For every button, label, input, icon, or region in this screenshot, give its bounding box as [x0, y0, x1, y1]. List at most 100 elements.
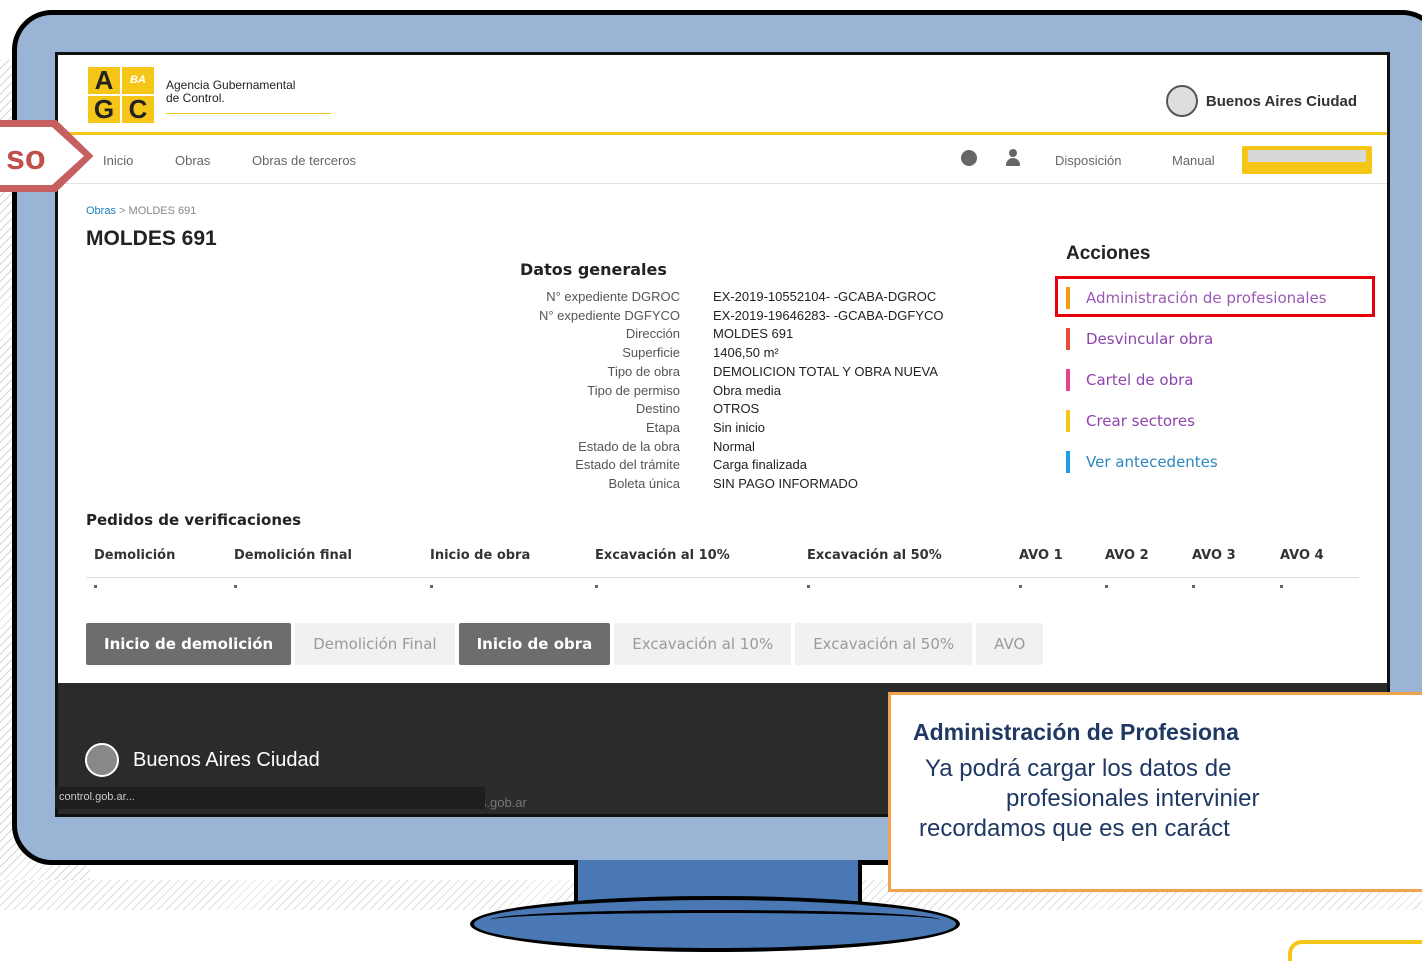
dg-value: DEMOLICION TOTAL Y OBRA NUEVA	[713, 363, 938, 379]
tab-excavacion-10[interactable]: Excavación al 10%	[614, 623, 792, 665]
tab-inicio-de-demolicion[interactable]: Inicio de demolición	[86, 623, 292, 665]
dg-label: Superficie	[622, 345, 680, 361]
explanation-callout: Administración de Profesiona Ya podrá ca…	[888, 692, 1422, 892]
dg-value: Sin inicio	[713, 419, 766, 435]
column-header: Demolición final	[234, 548, 352, 563]
site-header: A BA G C Agencia Gubernamental de Contro…	[58, 55, 1387, 135]
callout-line: profesionales intervinier	[1006, 785, 1260, 812]
table-cell-dot	[94, 585, 97, 588]
dg-row: Tipo de permiso Obra media	[528, 382, 943, 401]
tab-inicio-de-obra[interactable]: Inicio de obra	[458, 623, 611, 665]
table-cell-dot	[234, 585, 237, 588]
dg-value: OTROS	[713, 401, 760, 417]
acciones-title: Acciones	[1066, 243, 1151, 264]
action-bar	[1066, 451, 1070, 473]
action-desvincular-obra[interactable]: Desvincular obra	[1066, 328, 1213, 350]
dg-label: N° expediente DGROC	[546, 289, 680, 304]
city-emblem-icon	[1165, 85, 1198, 117]
dg-value: Normal	[713, 438, 755, 454]
dg-row: Superficie 1406,50 m²	[528, 344, 943, 363]
dg-row: Etapa Sin inicio	[528, 419, 943, 438]
action-crear-sectores[interactable]: Crear sectores	[1066, 410, 1195, 432]
dg-label: Etapa	[646, 419, 680, 435]
nav-item-disposicion[interactable]: Disposición	[1055, 153, 1121, 168]
action-label: Ver antecedentes	[1086, 453, 1218, 471]
logo-letter-a: A	[88, 67, 120, 94]
main-nav: Inicio Obras Obras de terceros Disposici…	[58, 138, 1387, 184]
action-label: Desvincular obra	[1086, 330, 1214, 348]
nav-item-obras-de-terceros[interactable]: Obras de terceros	[252, 153, 356, 168]
breadcrumb: Obras > MOLDES 691	[86, 205, 196, 217]
datos-generales-title: Datos generales	[520, 260, 667, 279]
monitor-stand-rim	[490, 910, 940, 930]
tab-demolicion-final[interactable]: Demolición Final	[295, 623, 455, 665]
breadcrumb-current: MOLDES 691	[128, 205, 197, 217]
dg-row: Dirección MOLDES 691	[528, 325, 943, 344]
column-header: AVO 1	[1019, 548, 1063, 563]
dg-value: 1406,50 m²	[713, 345, 779, 361]
step-arrow: so	[0, 120, 94, 192]
action-ver-antecedentes[interactable]: Ver antecedentes	[1066, 451, 1218, 473]
logo-letter-ba: BA	[122, 67, 154, 94]
column-header: Inicio de obra	[430, 548, 531, 563]
dg-value: MOLDES 691	[713, 326, 794, 342]
callout-line: recordamos que es en caráct	[919, 815, 1230, 842]
dg-row: Boleta única SIN PAGO INFORMADO	[528, 475, 943, 494]
dg-row: Tipo de obra DEMOLICION TOTAL Y OBRA NUEV…	[528, 363, 943, 382]
action-bar	[1066, 410, 1070, 432]
dg-label: Tipo de permiso	[587, 382, 680, 398]
table-cell-dot	[1019, 585, 1022, 588]
column-header: AVO 4	[1280, 548, 1324, 563]
table-cell-dot	[1105, 585, 1108, 588]
city-brand[interactable]: Buenos Aires Ciudad	[1165, 85, 1357, 117]
globe-icon[interactable]	[961, 150, 977, 166]
column-header: Demolición	[94, 548, 176, 563]
nav-item-manual[interactable]: Manual	[1172, 153, 1215, 168]
action-label: Cartel de obra	[1086, 371, 1194, 389]
agc-logo[interactable]: A BA G C	[88, 67, 154, 123]
action-label: Crear sectores	[1086, 412, 1195, 430]
stage-tabs: Inicio de demolición Demolición Final In…	[86, 623, 1047, 665]
user-menu-box[interactable]	[1242, 146, 1372, 174]
dg-label: Dirección	[625, 326, 680, 342]
column-header: Excavación al 10%	[595, 548, 730, 563]
datos-generales-table: N° expediente DGROC EX-2019-10552104- -GC…	[528, 288, 944, 494]
tab-excavacion-50[interactable]: Excavación al 50%	[795, 623, 973, 665]
nav-item-inicio[interactable]: Inicio	[103, 153, 133, 168]
dg-label: Estado de la obra	[578, 438, 680, 454]
column-header: AVO 2	[1105, 548, 1149, 563]
footer-brand[interactable]: Buenos Aires Ciudad	[85, 743, 320, 777]
nav-item-obras[interactable]: Obras	[175, 153, 210, 168]
user-menu-placeholder	[1248, 150, 1366, 162]
agency-name-line2: de Control.	[166, 91, 225, 105]
table-cell-dot	[1192, 585, 1195, 588]
city-emblem-icon	[85, 743, 119, 777]
breadcrumb-separator: >	[119, 205, 126, 217]
dg-row: N° expediente DGFYCO EX-2019-19646283- -G…	[528, 307, 944, 326]
dg-value: SIN PAGO INFORMADO	[713, 476, 858, 492]
user-icon[interactable]	[1006, 149, 1020, 167]
callout-line: Ya podrá cargar los datos de	[925, 755, 1232, 782]
dg-value: EX-2019-10552104- -GCABA-DGROC	[713, 289, 937, 304]
verificaciones-row	[86, 585, 1359, 595]
table-cell-dot	[595, 585, 598, 588]
next-button-partial[interactable]	[1288, 940, 1422, 961]
dg-row: Estado del trámite Carga finalizada	[528, 456, 943, 475]
dg-label: N° expediente DGFYCO	[538, 307, 680, 323]
action-cartel-de-obra[interactable]: Cartel de obra	[1066, 369, 1193, 391]
step-label: so	[6, 139, 46, 177]
dg-value: Carga finalizada	[713, 457, 807, 473]
verificaciones-title: Pedidos de verificaciones	[86, 511, 302, 529]
agency-name: Agencia Gubernamental de Control.	[166, 79, 331, 114]
dg-label: Boleta única	[608, 476, 680, 492]
dg-label: Tipo de obra	[607, 363, 680, 379]
table-cell-dot	[1280, 585, 1283, 588]
action-bar	[1066, 369, 1070, 391]
tab-avo[interactable]: AVO	[976, 623, 1044, 665]
dg-row: Estado de la obra Normal	[528, 438, 943, 457]
city-brand-label: Buenos Aires Ciudad	[1205, 92, 1357, 110]
breadcrumb-root[interactable]: Obras	[86, 205, 116, 217]
dg-value: Obra media	[713, 382, 781, 398]
callout-title: Administración de Profesiona	[913, 719, 1239, 745]
table-cell-dot	[807, 585, 810, 588]
